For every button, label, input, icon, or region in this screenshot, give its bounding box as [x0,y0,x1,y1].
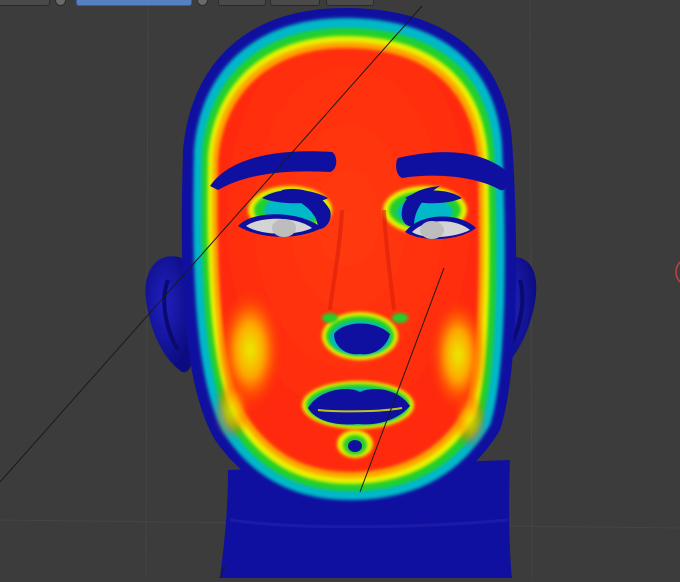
header-dropdown-active[interactable] [76,0,192,6]
settings-icon[interactable] [55,0,66,6]
rotation-gizmo-icon[interactable] [675,258,680,286]
settings-icon[interactable] [197,0,208,6]
header-button[interactable] [218,0,266,6]
mouth [302,381,414,429]
viewport-canvas[interactable] [0,0,680,579]
viewport-header [0,0,680,6]
header-button[interactable] [326,0,374,6]
header-dropdown[interactable] [0,0,50,6]
3d-viewport[interactable] [0,0,680,579]
chin [337,430,373,458]
header-button[interactable] [270,0,320,6]
